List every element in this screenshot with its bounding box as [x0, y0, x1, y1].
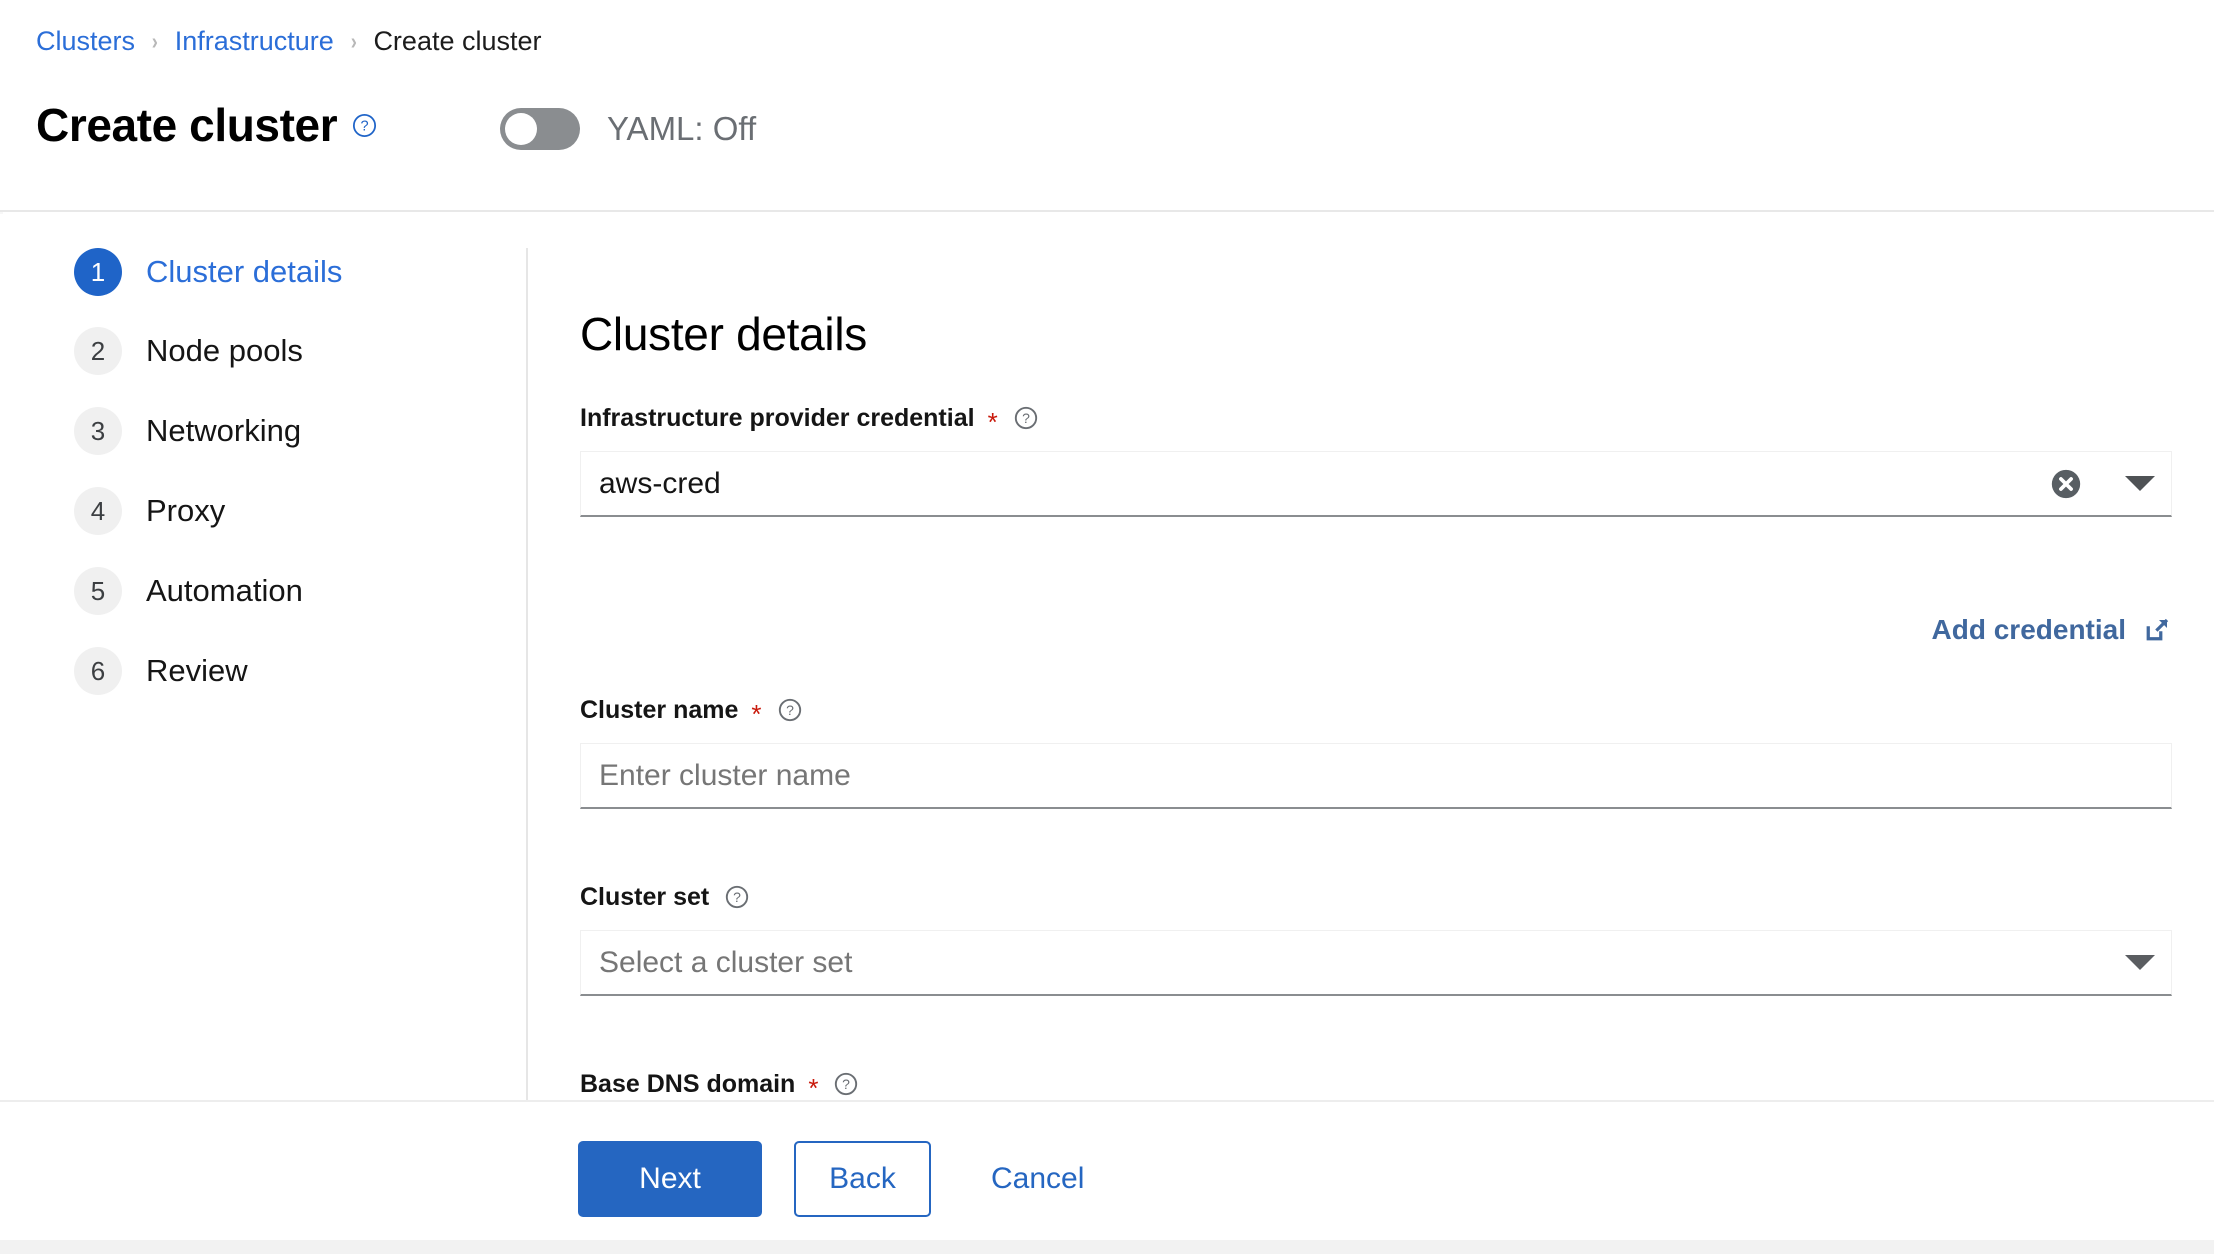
wizard-step-node-pools[interactable]: 2 Node pools	[74, 327, 303, 375]
field-label-row: Cluster set ?	[580, 881, 2172, 913]
yaml-toggle-group: YAML: Off	[500, 106, 756, 152]
field-base-dns-domain: Base DNS domain * ?	[580, 1068, 2172, 1100]
required-marker: *	[987, 407, 998, 437]
field-label: Cluster name	[580, 696, 739, 724]
credential-selected-value: aws-cred	[599, 466, 721, 500]
wizard-step-nav: 1 Cluster details 2 Node pools 3 Network…	[0, 248, 528, 1100]
field-infrastructure-provider-credential: Infrastructure provider credential * ? a…	[580, 402, 2172, 517]
question-circle-icon[interactable]: ?	[834, 1072, 858, 1096]
chevron-down-icon[interactable]	[2125, 476, 2155, 491]
field-label: Cluster set	[580, 883, 710, 911]
field-label-row: Cluster name * ?	[580, 694, 2172, 729]
step-label: Proxy	[146, 493, 226, 528]
input-actions	[2049, 452, 2155, 515]
page-title: Create cluster	[36, 99, 338, 151]
breadcrumb-item-create-cluster: Create cluster	[373, 26, 542, 56]
toggle-knob	[505, 113, 537, 145]
field-label: Infrastructure provider credential	[580, 404, 975, 432]
credential-select-input[interactable]: aws-cred	[580, 451, 2172, 517]
step-number-badge: 1	[74, 248, 122, 296]
step-number-badge: 4	[74, 487, 122, 535]
breadcrumb-separator-icon: ›	[350, 28, 357, 54]
add-credential-label: Add credential	[1931, 614, 2126, 645]
required-marker: *	[751, 699, 762, 729]
svg-text:?: ?	[1022, 410, 1030, 426]
step-label: Cluster details	[146, 254, 343, 289]
yaml-toggle-label: YAML: Off	[607, 110, 757, 147]
step-label: Review	[146, 653, 248, 688]
cluster-set-select-input[interactable]: Select a cluster set	[580, 930, 2172, 996]
wizard-step-review[interactable]: 6 Review	[74, 647, 248, 695]
cluster-details-form: Cluster details Infrastructure provider …	[528, 214, 2214, 1100]
step-label: Node pools	[146, 333, 303, 368]
svg-text:?: ?	[733, 889, 741, 905]
svg-text:?: ?	[786, 702, 794, 718]
wizard-step-cluster-details[interactable]: 1 Cluster details	[74, 248, 342, 296]
step-label: Networking	[146, 413, 302, 448]
next-button[interactable]: Next	[578, 1141, 762, 1217]
cancel-button[interactable]: Cancel	[971, 1141, 1104, 1217]
chevron-down-icon[interactable]	[2125, 955, 2155, 970]
input-actions	[2083, 931, 2155, 994]
required-marker: *	[808, 1073, 819, 1100]
page-bottom-strip	[0, 1240, 2214, 1254]
form-section-title: Cluster details	[580, 308, 867, 360]
breadcrumb: Clusters › Infrastructure › Create clust…	[36, 25, 542, 57]
breadcrumb-item-clusters[interactable]: Clusters	[36, 25, 135, 57]
back-button[interactable]: Back	[794, 1141, 931, 1217]
question-circle-icon[interactable]: ?	[778, 698, 802, 722]
footer-button-group: Next Back Cancel	[578, 1141, 1104, 1217]
page-header: Clusters › Infrastructure › Create clust…	[0, 0, 2214, 212]
field-cluster-name: Cluster name * ? Enter cluster name	[580, 694, 2172, 809]
wizard-body: 1 Cluster details 2 Node pools 3 Network…	[0, 214, 2214, 1100]
breadcrumb-item-infrastructure[interactable]: Infrastructure	[175, 25, 334, 57]
wizard-step-automation[interactable]: 5 Automation	[74, 567, 303, 615]
question-circle-icon[interactable]: ?	[352, 113, 377, 138]
breadcrumb-separator-icon: ›	[151, 28, 158, 54]
title-row: Create cluster ?	[36, 95, 377, 155]
field-label-row: Base DNS domain * ?	[580, 1068, 2172, 1100]
question-circle-icon[interactable]: ?	[725, 885, 749, 909]
field-cluster-set: Cluster set ? Select a cluster set	[580, 881, 2172, 996]
question-circle-icon[interactable]: ?	[1014, 406, 1038, 430]
external-link-icon	[2142, 615, 2172, 645]
create-cluster-page: Clusters › Infrastructure › Create clust…	[0, 0, 2214, 1254]
step-number-badge: 6	[74, 647, 122, 695]
step-number-badge: 3	[74, 407, 122, 455]
yaml-toggle-switch[interactable]	[500, 108, 580, 150]
svg-text:?: ?	[361, 118, 369, 134]
cluster-name-placeholder: Enter cluster name	[599, 758, 851, 792]
svg-text:?: ?	[843, 1076, 851, 1092]
wizard-step-proxy[interactable]: 4 Proxy	[74, 487, 225, 535]
cluster-name-input[interactable]: Enter cluster name	[580, 743, 2172, 809]
cluster-set-placeholder: Select a cluster set	[599, 945, 853, 979]
field-label-row: Infrastructure provider credential * ?	[580, 402, 2172, 437]
step-number-badge: 2	[74, 327, 122, 375]
clear-circle-icon[interactable]	[2049, 467, 2083, 501]
step-number-badge: 5	[74, 567, 122, 615]
add-credential-link[interactable]: Add credential	[1932, 610, 2172, 650]
step-label: Automation	[146, 573, 303, 608]
wizard-footer: Next Back Cancel	[0, 1100, 2214, 1254]
wizard-step-networking[interactable]: 3 Networking	[74, 407, 301, 455]
field-label: Base DNS domain	[580, 1070, 796, 1098]
